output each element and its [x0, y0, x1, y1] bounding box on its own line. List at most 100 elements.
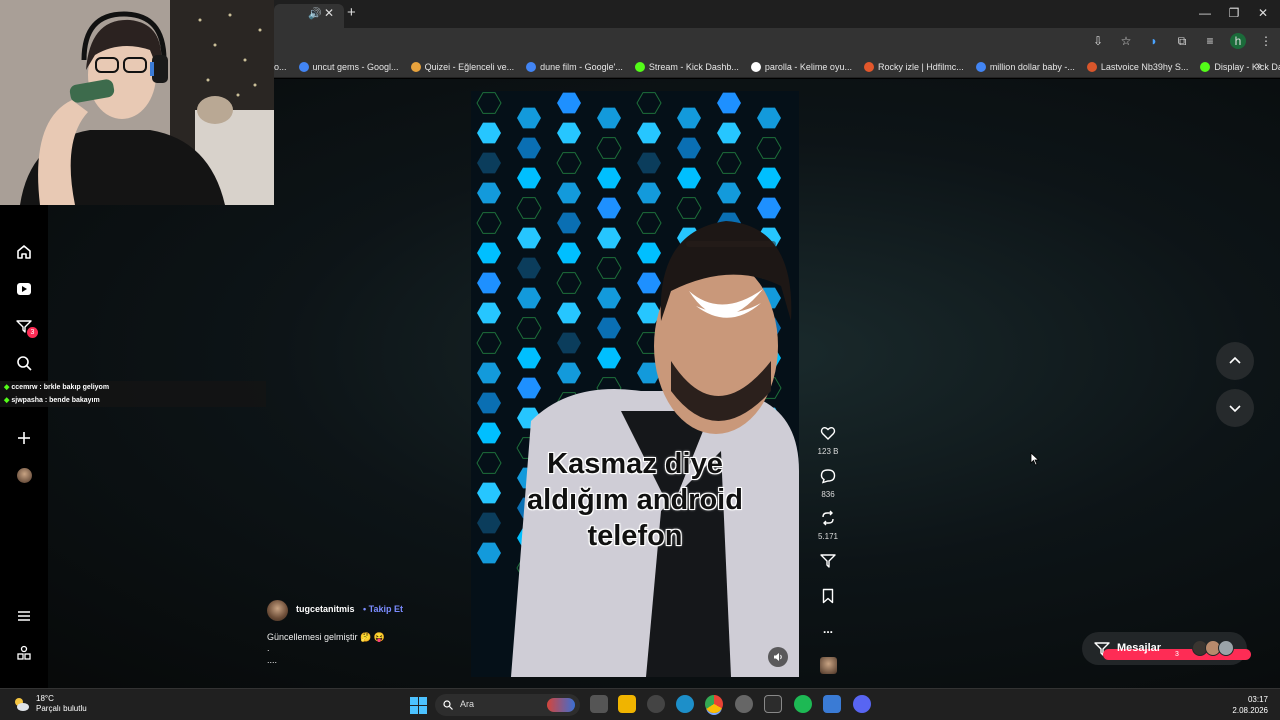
messages-label: Mesajlar	[1117, 642, 1162, 654]
new-tab-icon[interactable]: +	[347, 4, 356, 21]
repost-action[interactable]: 5.171	[812, 510, 844, 541]
install-app-icon[interactable]: ⇩	[1090, 34, 1106, 48]
minimize-icon[interactable]: —	[1195, 6, 1215, 20]
toolbar-icons: ⇩ ☆ ◗ ⧉ ≡ h ⋮	[1090, 33, 1274, 49]
profile-icon[interactable]	[14, 465, 34, 485]
bookmark-label: million dollar baby -...	[989, 62, 1075, 72]
bookmark-label: Rocky izle | Hdfilmc...	[877, 62, 964, 72]
chevron-down-icon	[1229, 405, 1241, 413]
window-close-icon[interactable]: ✕	[1253, 6, 1273, 20]
more-options-button[interactable]: ...	[812, 622, 844, 636]
video-description-more[interactable]: . ....	[267, 643, 278, 665]
bookmark-favicon-icon	[1086, 62, 1097, 72]
chat-username: ccemrw	[11, 384, 38, 391]
spotify-icon[interactable]	[794, 695, 812, 713]
bookmark-item[interactable]: parolla - Kelime oyu...	[750, 62, 852, 72]
clock-date: 2.08.2026	[1232, 706, 1268, 715]
bookmark-star-icon[interactable]: ☆	[1118, 34, 1134, 48]
description-line: .	[267, 643, 270, 653]
webcam-person-image	[0, 0, 274, 205]
kick-badge-icon: ◆	[4, 384, 10, 391]
bookmark-item[interactable]: Rocky izle | Hdfilmc...	[863, 62, 964, 72]
bookmark-item[interactable]: dune film - Google'...	[526, 62, 623, 72]
task-view-icon[interactable]	[590, 695, 608, 713]
screen: 🔊 ✕ + — ❐ ✕ ⇩ ☆ ◗ ⧉ ≡ h ⋮ o... uncut gems…	[0, 0, 1280, 720]
file-explorer-icon[interactable]	[618, 695, 636, 713]
chatgpt-icon[interactable]	[647, 695, 665, 713]
extension-icon[interactable]: ◗	[1146, 34, 1162, 48]
menu-icon[interactable]	[14, 606, 34, 626]
bookmark-icon[interactable]	[820, 588, 836, 604]
next-video-button[interactable]	[1216, 389, 1254, 427]
share-icon[interactable]	[820, 553, 836, 569]
capcut-icon[interactable]	[764, 695, 782, 713]
profile-avatar[interactable]: h	[1230, 33, 1246, 49]
author-name[interactable]: tugcetanitmis	[296, 604, 355, 614]
windows-start-icon[interactable]	[410, 697, 427, 714]
chevrons-right-icon[interactable]: »	[1256, 60, 1262, 72]
volume-button[interactable]	[768, 647, 788, 667]
video-player[interactable]: Kasmaz diye aldığım android telefon	[471, 91, 799, 677]
bookmark-favicon-icon	[1200, 62, 1211, 72]
bookmark-action[interactable]	[812, 588, 844, 609]
chat-text: brkle bakıp geliyom	[43, 384, 110, 391]
system-clock[interactable]: 03:17 2.08.2026	[1232, 694, 1268, 716]
comment-action[interactable]: 836	[812, 468, 844, 499]
bookmark-list: o... uncut gems - Googl... Quizei - Eğlenc…	[274, 56, 1280, 78]
bookmark-item[interactable]: uncut gems - Googl...	[298, 62, 399, 72]
messages-button[interactable]: 3 Mesajlar	[1082, 632, 1251, 665]
edge-icon[interactable]	[676, 695, 694, 713]
repost-icon[interactable]	[820, 510, 836, 526]
description-line: ....	[267, 655, 278, 665]
kick-badge-icon: ◆	[4, 397, 10, 404]
bookmark-item[interactable]: Display - Kick Dash...	[1200, 62, 1280, 72]
inbox-icon[interactable]: 3	[14, 316, 38, 338]
bookmark-favicon-icon	[634, 62, 645, 72]
menu-kebab-icon[interactable]: ⋮	[1258, 34, 1274, 48]
previous-video-button[interactable]	[1216, 342, 1254, 380]
chat-text: bende bakayım	[49, 397, 100, 404]
bookmark-favicon-icon	[410, 62, 421, 72]
bookmark-item[interactable]: Lastvoice Nb39hy S...	[1086, 62, 1188, 72]
windows-taskbar: 18°C Parçalı bulutlu Ara 03:17 2.08.2026	[0, 688, 1280, 720]
media-control-icon[interactable]: ≡	[1202, 34, 1218, 48]
share-action[interactable]	[812, 553, 844, 574]
obs-icon[interactable]	[735, 695, 753, 713]
discord-icon[interactable]	[853, 695, 871, 713]
bookmark-item[interactable]: Quizei - Eğlenceli ve...	[410, 62, 514, 72]
chrome-icon[interactable]	[705, 695, 723, 713]
apps-icon[interactable]	[14, 643, 34, 663]
bookmark-item[interactable]: Stream - Kick Dashb...	[634, 62, 739, 72]
app-icon[interactable]	[823, 695, 841, 713]
search-icon[interactable]	[14, 353, 34, 373]
bookmark-item[interactable]: o...	[274, 62, 287, 72]
extensions-puzzle-icon[interactable]: ⧉	[1174, 34, 1190, 49]
chat-message: ◆ ccemrw : brkle bakıp geliyom	[4, 384, 110, 391]
sound-avatar[interactable]	[812, 657, 844, 679]
temperature: 18°C	[36, 694, 54, 703]
mouse-cursor-icon	[1030, 452, 1040, 466]
weather-widget[interactable]: 18°C Parçalı bulutlu	[12, 694, 87, 714]
video-caption: Kasmaz diye aldığım android telefon	[471, 446, 799, 554]
home-icon[interactable]	[14, 242, 34, 262]
comment-icon[interactable]	[820, 468, 836, 484]
video-frame-image	[471, 91, 799, 677]
follow-button[interactable]: • Takip Et	[363, 604, 403, 614]
bookmark-label: parolla - Kelime oyu...	[764, 62, 852, 72]
like-action[interactable]: 123 B	[812, 425, 844, 456]
search-icon	[443, 700, 453, 710]
heart-icon[interactable]	[820, 425, 836, 441]
upload-icon[interactable]	[14, 428, 34, 448]
author-avatar[interactable]	[267, 600, 288, 621]
bookmark-item[interactable]: million dollar baby -...	[975, 62, 1075, 72]
bookmark-label: o...	[274, 62, 287, 72]
webcam-overlay	[0, 0, 274, 205]
restore-icon[interactable]: ❐	[1224, 6, 1244, 20]
chevron-up-icon	[1229, 356, 1241, 364]
following-icon[interactable]	[14, 279, 34, 299]
bookmark-label: Stream - Kick Dashb...	[648, 62, 739, 72]
close-tab-icon[interactable]: ✕	[324, 6, 334, 20]
taskbar-search[interactable]: Ara	[435, 694, 580, 716]
message-avatar[interactable]	[1218, 640, 1234, 656]
audio-playing-icon[interactable]: 🔊	[308, 7, 322, 20]
